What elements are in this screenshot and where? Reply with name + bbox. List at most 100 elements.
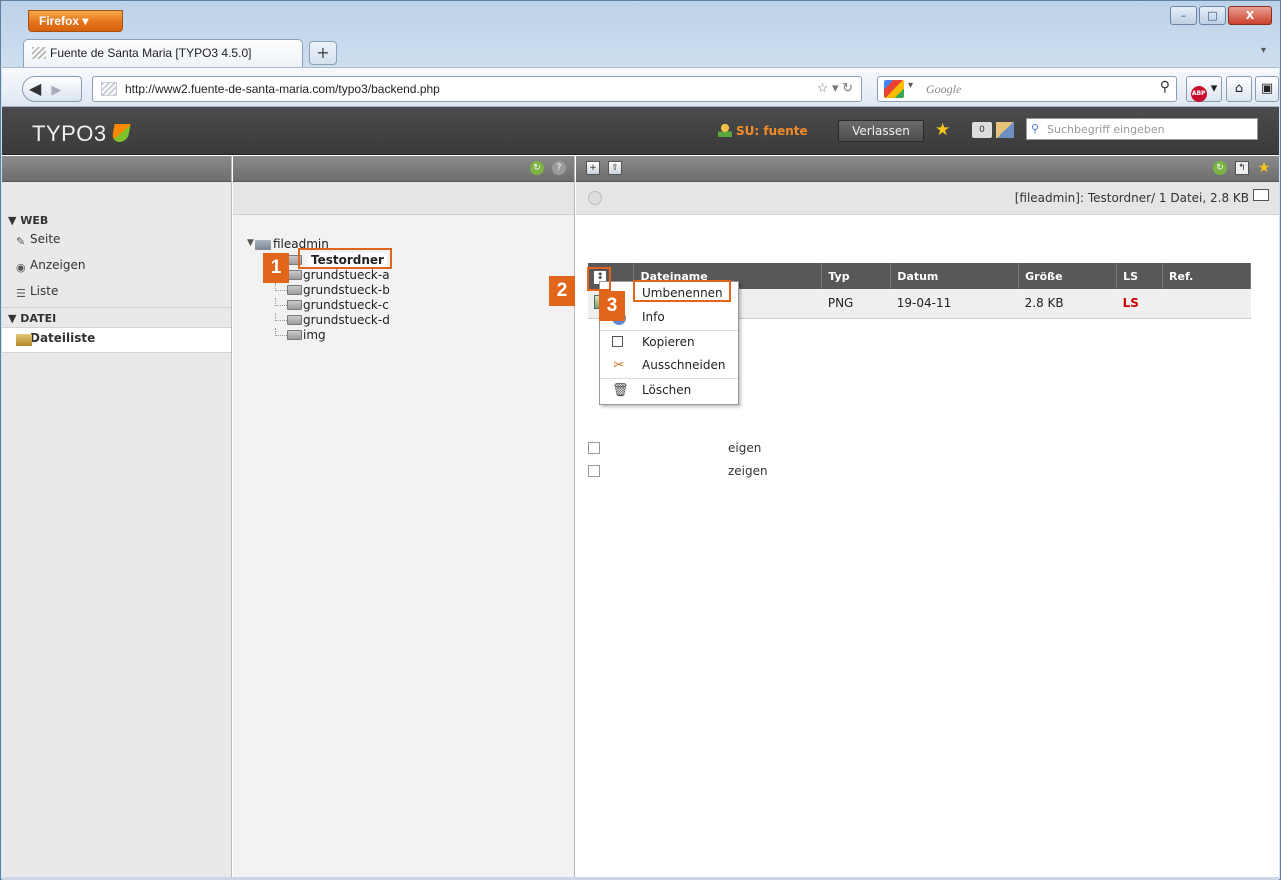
- callout-highlight-file-icon: [587, 267, 611, 291]
- tree-node-grundstueck-b[interactable]: grundstueck-b: [247, 283, 574, 298]
- module-item-anzeigen[interactable]: ◉ Anzeigen: [2, 255, 231, 281]
- extension-button[interactable]: ▣: [1255, 76, 1279, 102]
- browser-tab[interactable]: Fuente de Santa Maria [TYPO3 4.5.0]: [23, 39, 303, 67]
- column-header-groesse[interactable]: Größe: [1018, 263, 1118, 289]
- tree-node-grundstueck-a[interactable]: grundstueck-a: [247, 268, 574, 283]
- folder-outline-icon: [1253, 189, 1269, 201]
- module-item-seite[interactable]: ✎ Seite: [2, 229, 231, 255]
- typo3-topbar: TYPO3 SU: fuente Verlassen ★ 0 ⚲ Suchbeg…: [2, 107, 1279, 155]
- file-ls[interactable]: LS: [1116, 289, 1163, 319]
- column-header-typ[interactable]: Typ: [821, 263, 892, 289]
- firefox-menu-button[interactable]: Firefox ▾: [28, 10, 123, 32]
- search-engine-placeholder: Google: [926, 82, 962, 96]
- path-bar: [fileadmin]: Testordner/ 1 Datei, 2.8 KB: [576, 182, 1279, 215]
- logout-button[interactable]: Verlassen: [838, 120, 924, 142]
- file-list-panel: + ⇧ ↻ ↰ ★ [fileadmin]: Testordner/ 1 Dat…: [576, 156, 1279, 877]
- new-file-icon[interactable]: +: [586, 161, 600, 175]
- forward-arrow-icon[interactable]: ▶: [51, 83, 61, 98]
- callout-number-3: 3: [599, 291, 625, 321]
- search-engine-box[interactable]: ▾ Google ⚲: [877, 76, 1177, 102]
- context-item-kopieren[interactable]: Kopieren: [600, 330, 738, 354]
- workspace-badge-icon[interactable]: 0: [972, 122, 992, 138]
- file-ref: [1162, 289, 1251, 319]
- edit-page-icon[interactable]: [996, 122, 1014, 138]
- column-header-datum[interactable]: Datum: [890, 263, 1020, 289]
- option-checkbox[interactable]: [588, 465, 600, 477]
- minimize-button[interactable]: –: [1170, 6, 1197, 25]
- home-button[interactable]: ⌂: [1226, 76, 1252, 102]
- expand-arrow-icon[interactable]: ▼: [247, 238, 254, 248]
- browser-window: Firefox ▾ – □ X Fuente de Santa Maria [T…: [0, 0, 1281, 880]
- typo3-logo: TYPO3: [32, 121, 131, 147]
- new-tab-button[interactable]: +: [309, 41, 337, 65]
- option-checkbox[interactable]: [588, 442, 600, 454]
- module-menu-header: [2, 156, 231, 182]
- folder-icon: [287, 285, 302, 295]
- adblock-icon: ABP: [1190, 86, 1207, 102]
- module-item-dateiliste[interactable]: Dateiliste: [2, 327, 231, 353]
- typo3-logo-mark-icon: [111, 124, 131, 142]
- callout-number-2: 2: [549, 276, 575, 306]
- tree-subheader: [233, 182, 574, 215]
- add-shortcut-star-icon[interactable]: ★: [1257, 161, 1271, 175]
- folder-icon: [287, 315, 302, 325]
- close-button[interactable]: X: [1228, 6, 1272, 25]
- page-edit-icon: ✎: [16, 235, 26, 248]
- option-checkbox-row[interactable]: zeigen: [588, 464, 768, 478]
- search-icon[interactable]: ⚲: [1160, 79, 1170, 96]
- user-icon: [718, 123, 732, 137]
- tree-node-testordner[interactable]: Testordner: [247, 253, 574, 268]
- tab-title: Fuente de Santa Maria [TYPO3 4.5.0]: [50, 46, 252, 60]
- page-favicon-icon: [32, 47, 46, 59]
- context-item-loeschen[interactable]: 🗑 Löschen: [600, 378, 738, 402]
- back-arrow-icon[interactable]: ◀: [29, 79, 41, 98]
- folder-icon: [287, 300, 302, 310]
- tree-node-grundstueck-c[interactable]: grundstueck-c: [247, 298, 574, 313]
- back-forward-buttons[interactable]: ◀ ▶: [22, 76, 82, 102]
- option-checkbox-row[interactable]: eigen: [588, 441, 761, 455]
- file-type: PNG: [821, 289, 891, 319]
- column-header-ls[interactable]: LS: [1116, 263, 1164, 289]
- column-header-ref[interactable]: Ref.: [1162, 263, 1251, 289]
- list-icon: ☰: [16, 287, 26, 300]
- adblock-button[interactable]: ABP ▾: [1186, 76, 1222, 102]
- typo3-backend: TYPO3 SU: fuente Verlassen ★ 0 ⚲ Suchbeg…: [2, 107, 1279, 877]
- site-identity-icon[interactable]: [101, 82, 117, 96]
- tree-node-grundstueck-d[interactable]: grundstueck-d: [247, 313, 574, 328]
- info-circle-icon[interactable]: [588, 191, 602, 205]
- tree-root-fileadmin[interactable]: ▼ fileadmin: [247, 237, 574, 253]
- toolbar-icons: 0: [972, 122, 1014, 138]
- window-controls: – □ X: [1170, 6, 1272, 25]
- up-folder-icon[interactable]: ↰: [1235, 161, 1249, 175]
- module-item-liste[interactable]: ☰ Liste: [2, 281, 231, 307]
- folder-icon: [287, 330, 302, 340]
- url-bar[interactable]: http://www2.fuente-de-santa-maria.com/ty…: [92, 76, 862, 102]
- tree-node-img[interactable]: img: [247, 328, 574, 343]
- tree-header: ↻ ?: [233, 156, 574, 182]
- google-logo-icon[interactable]: [884, 80, 904, 98]
- scissors-icon: ✂: [613, 358, 625, 373]
- navigation-toolbar: ◀ ▶ http://www2.fuente-de-santa-maria.com…: [2, 67, 1279, 107]
- callout-highlight-testordner: [298, 248, 392, 269]
- user-indicator[interactable]: SU: fuente: [718, 123, 808, 138]
- search-engine-dropdown-icon[interactable]: ▾: [908, 80, 913, 91]
- upload-file-icon[interactable]: ⇧: [608, 161, 622, 175]
- folder-path: [fileadmin]: Testordner/ 1 Datei, 2.8 KB: [1014, 191, 1249, 205]
- trash-icon: 🗑: [612, 383, 629, 398]
- filelist-folder-icon: [16, 334, 32, 346]
- eye-icon: ◉: [16, 261, 26, 274]
- bookmarks-star-icon[interactable]: ★: [935, 120, 950, 140]
- maximize-button[interactable]: □: [1199, 6, 1226, 25]
- context-item-ausschneiden[interactable]: ✂ Ausschneiden: [600, 354, 738, 378]
- module-group-title[interactable]: ▼ DATEI: [2, 307, 231, 327]
- module-group-title[interactable]: ▼ WEB: [2, 210, 231, 229]
- reload-icon[interactable]: ↻: [1213, 161, 1227, 175]
- bookmark-star-icon[interactable]: ☆ ▾ ↻: [817, 80, 853, 96]
- refresh-icon[interactable]: ↻: [530, 161, 544, 175]
- tab-list-icon[interactable]: ▾: [1261, 45, 1266, 56]
- url-text: http://www2.fuente-de-santa-maria.com/ty…: [125, 82, 440, 96]
- file-size: 2.8 KB: [1018, 289, 1117, 319]
- backend-search-input[interactable]: ⚲ Suchbegriff eingeben: [1026, 118, 1258, 140]
- help-icon[interactable]: ?: [552, 161, 566, 175]
- backend-search-placeholder: Suchbegriff eingeben: [1047, 123, 1165, 136]
